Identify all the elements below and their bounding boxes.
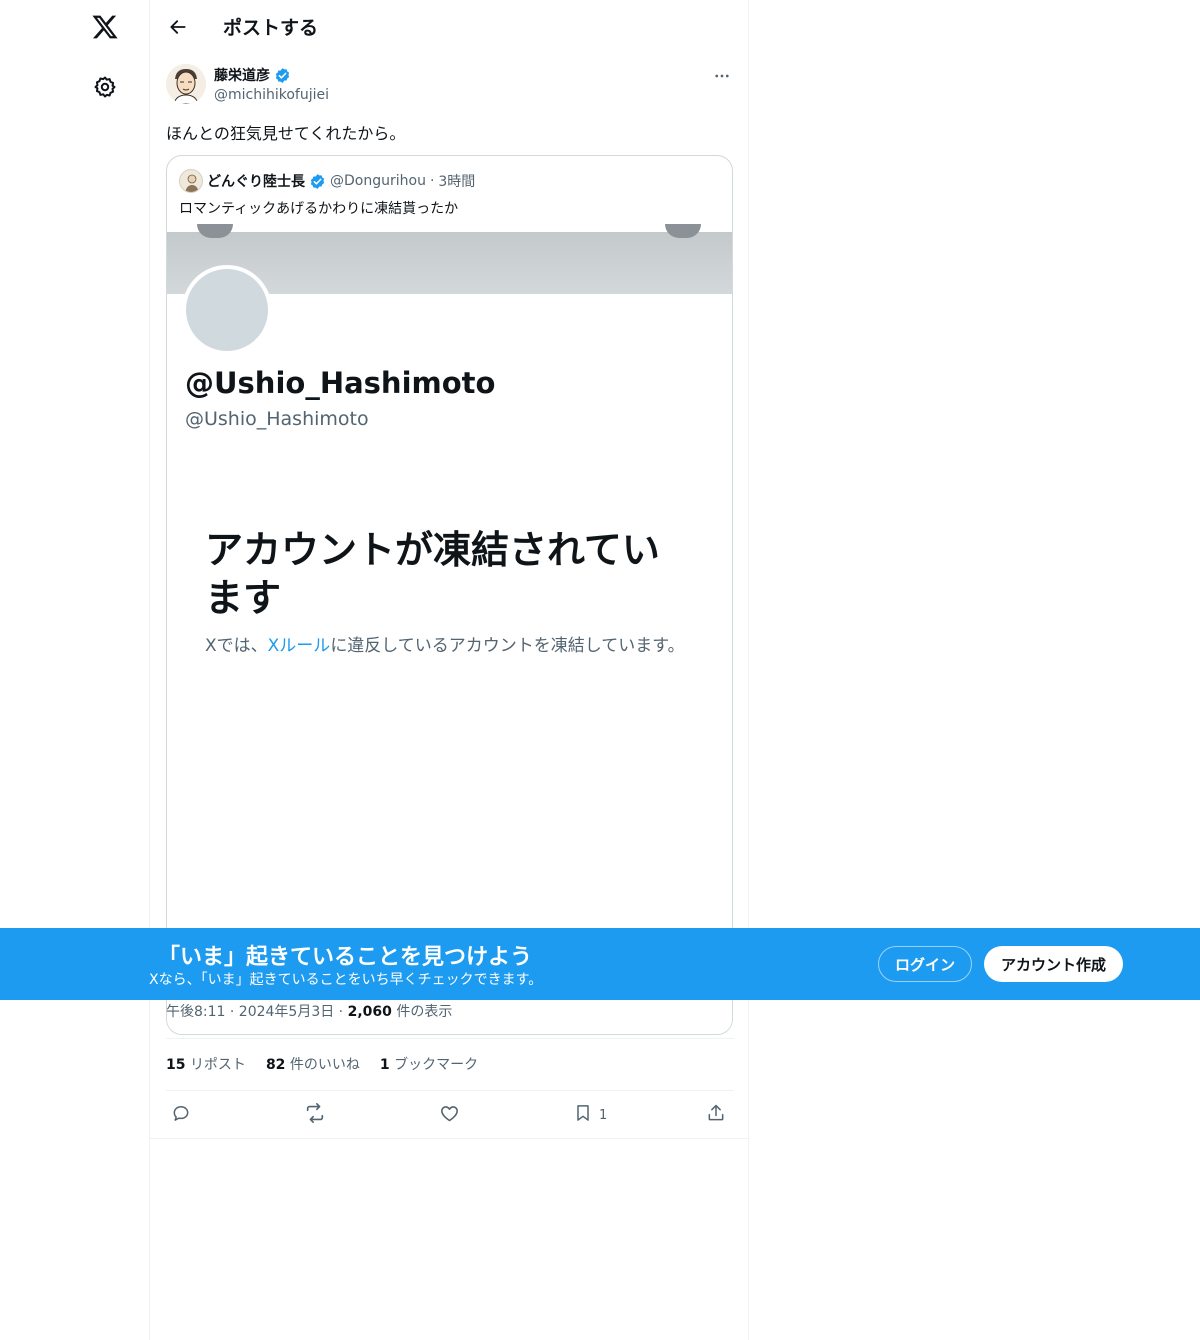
quote-time: 3時間 [438, 174, 476, 190]
quote-separator: · [429, 173, 435, 189]
reposts-label: リポスト [189, 1057, 246, 1073]
repost-button[interactable] [304, 1102, 326, 1128]
profile-avatar-placeholder [182, 265, 272, 355]
banner-button-edge [197, 224, 233, 238]
verified-badge-icon [309, 173, 326, 190]
views-count: 2,060 [347, 1004, 392, 1020]
verified-badge-icon [274, 67, 291, 84]
quote-image[interactable]: @Ushio_Hashimoto @Ushio_Hashimoto アカウントが… [167, 224, 732, 1034]
divider [150, 1138, 750, 1139]
post-actions: 1 [166, 1102, 734, 1130]
post-author: 藤栄道彦 @michihikofujiei [166, 64, 734, 108]
author-avatar[interactable] [166, 64, 206, 104]
login-button[interactable]: ログイン [878, 946, 972, 982]
bookmarks-stat[interactable]: 1 ブックマーク [380, 1054, 478, 1074]
left-nav [0, 0, 150, 1340]
share-button[interactable] [706, 1102, 726, 1128]
more-icon[interactable] [710, 64, 734, 88]
divider [166, 1038, 734, 1039]
primary-column: ポストする 藤栄道彦 @michihikofujiei ほんとの狂気見せてくれた… [149, 0, 750, 1340]
create-account-button[interactable]: アカウント作成 [984, 946, 1123, 982]
like-icon [439, 1103, 460, 1128]
login-bar-title: 「いま」起きていることを見つけよう [158, 945, 533, 970]
divider [166, 1090, 734, 1091]
quote-header: どんぐり陸士長 @Dongurihou · 3時間 [179, 169, 476, 193]
reposts-stat[interactable]: 15 リポスト [166, 1054, 246, 1074]
post-timestamp[interactable]: 午後8:11 · 2024年5月3日 [166, 1004, 334, 1020]
author-name-row: 藤栄道彦 [214, 65, 291, 85]
bookmark-button[interactable]: 1 [573, 1102, 607, 1128]
post-text: ほんとの狂気見せてくれたから。 [166, 124, 406, 143]
post-meta: 午後8:11 · 2024年5月3日 · 2,060 件の表示 [166, 1004, 453, 1020]
suspended-profile-name: @Ushio_Hashimoto [185, 366, 496, 400]
share-icon [706, 1103, 726, 1127]
settings-gear-icon[interactable] [88, 70, 122, 104]
bookmark-icon [573, 1103, 593, 1127]
like-button[interactable] [439, 1102, 460, 1128]
bookmarks-count: 1 [379, 1057, 390, 1073]
suspended-title: アカウントが凍結されています [205, 528, 660, 620]
quote-author-avatar[interactable] [179, 169, 203, 193]
suspended-description: Xでは、Xルールに違反しているアカウントを凍結しています。 [205, 634, 705, 658]
post-stats: 15 リポスト 82 件のいいね 1 ブックマーク [166, 1054, 478, 1074]
quote-author-handle: @Dongurihou [330, 173, 426, 189]
page-header: ポストする [150, 0, 750, 54]
desc-suffix: に違反しているアカウントを凍結しています。 [330, 636, 685, 656]
login-bar-subtitle: Xなら、「いま」起きていることをいち早くチェックできます。 [149, 972, 543, 988]
suspended-profile-handle: @Ushio_Hashimoto [185, 408, 369, 430]
x-rules-link: Xルール [267, 636, 331, 656]
reply-button[interactable] [171, 1102, 191, 1128]
back-arrow-icon[interactable] [164, 13, 192, 41]
bookmarks-label: ブックマーク [394, 1057, 479, 1073]
author-handle[interactable]: @michihikofujiei [214, 87, 329, 103]
author-name[interactable]: 藤栄道彦 [214, 65, 270, 85]
likes-stat[interactable]: 82 件のいいね [266, 1054, 360, 1074]
repost-icon [304, 1102, 326, 1128]
reply-icon [171, 1103, 191, 1127]
views-label: 件の表示 [396, 1004, 453, 1020]
quote-author-name: どんぐり陸士長 [207, 174, 305, 190]
login-prompt-bar: 「いま」起きていることを見つけよう Xなら、「いま」起きていることをいち早くチェ… [0, 928, 1200, 1000]
bookmark-action-count: 1 [599, 1107, 608, 1123]
reposts-count: 15 [166, 1057, 186, 1073]
x-logo-icon[interactable] [88, 10, 122, 44]
desc-prefix: Xでは、 [205, 636, 268, 656]
page-title: ポストする [223, 17, 319, 39]
banner-button-edge [665, 224, 701, 238]
likes-count: 82 [265, 1057, 286, 1073]
quoted-post[interactable]: どんぐり陸士長 @Dongurihou · 3時間 ロマンティックあげるかわりに… [166, 155, 733, 1035]
likes-label: 件のいいね [289, 1057, 360, 1073]
quote-text: ロマンティックあげるかわりに凍結貰ったか [179, 201, 459, 217]
